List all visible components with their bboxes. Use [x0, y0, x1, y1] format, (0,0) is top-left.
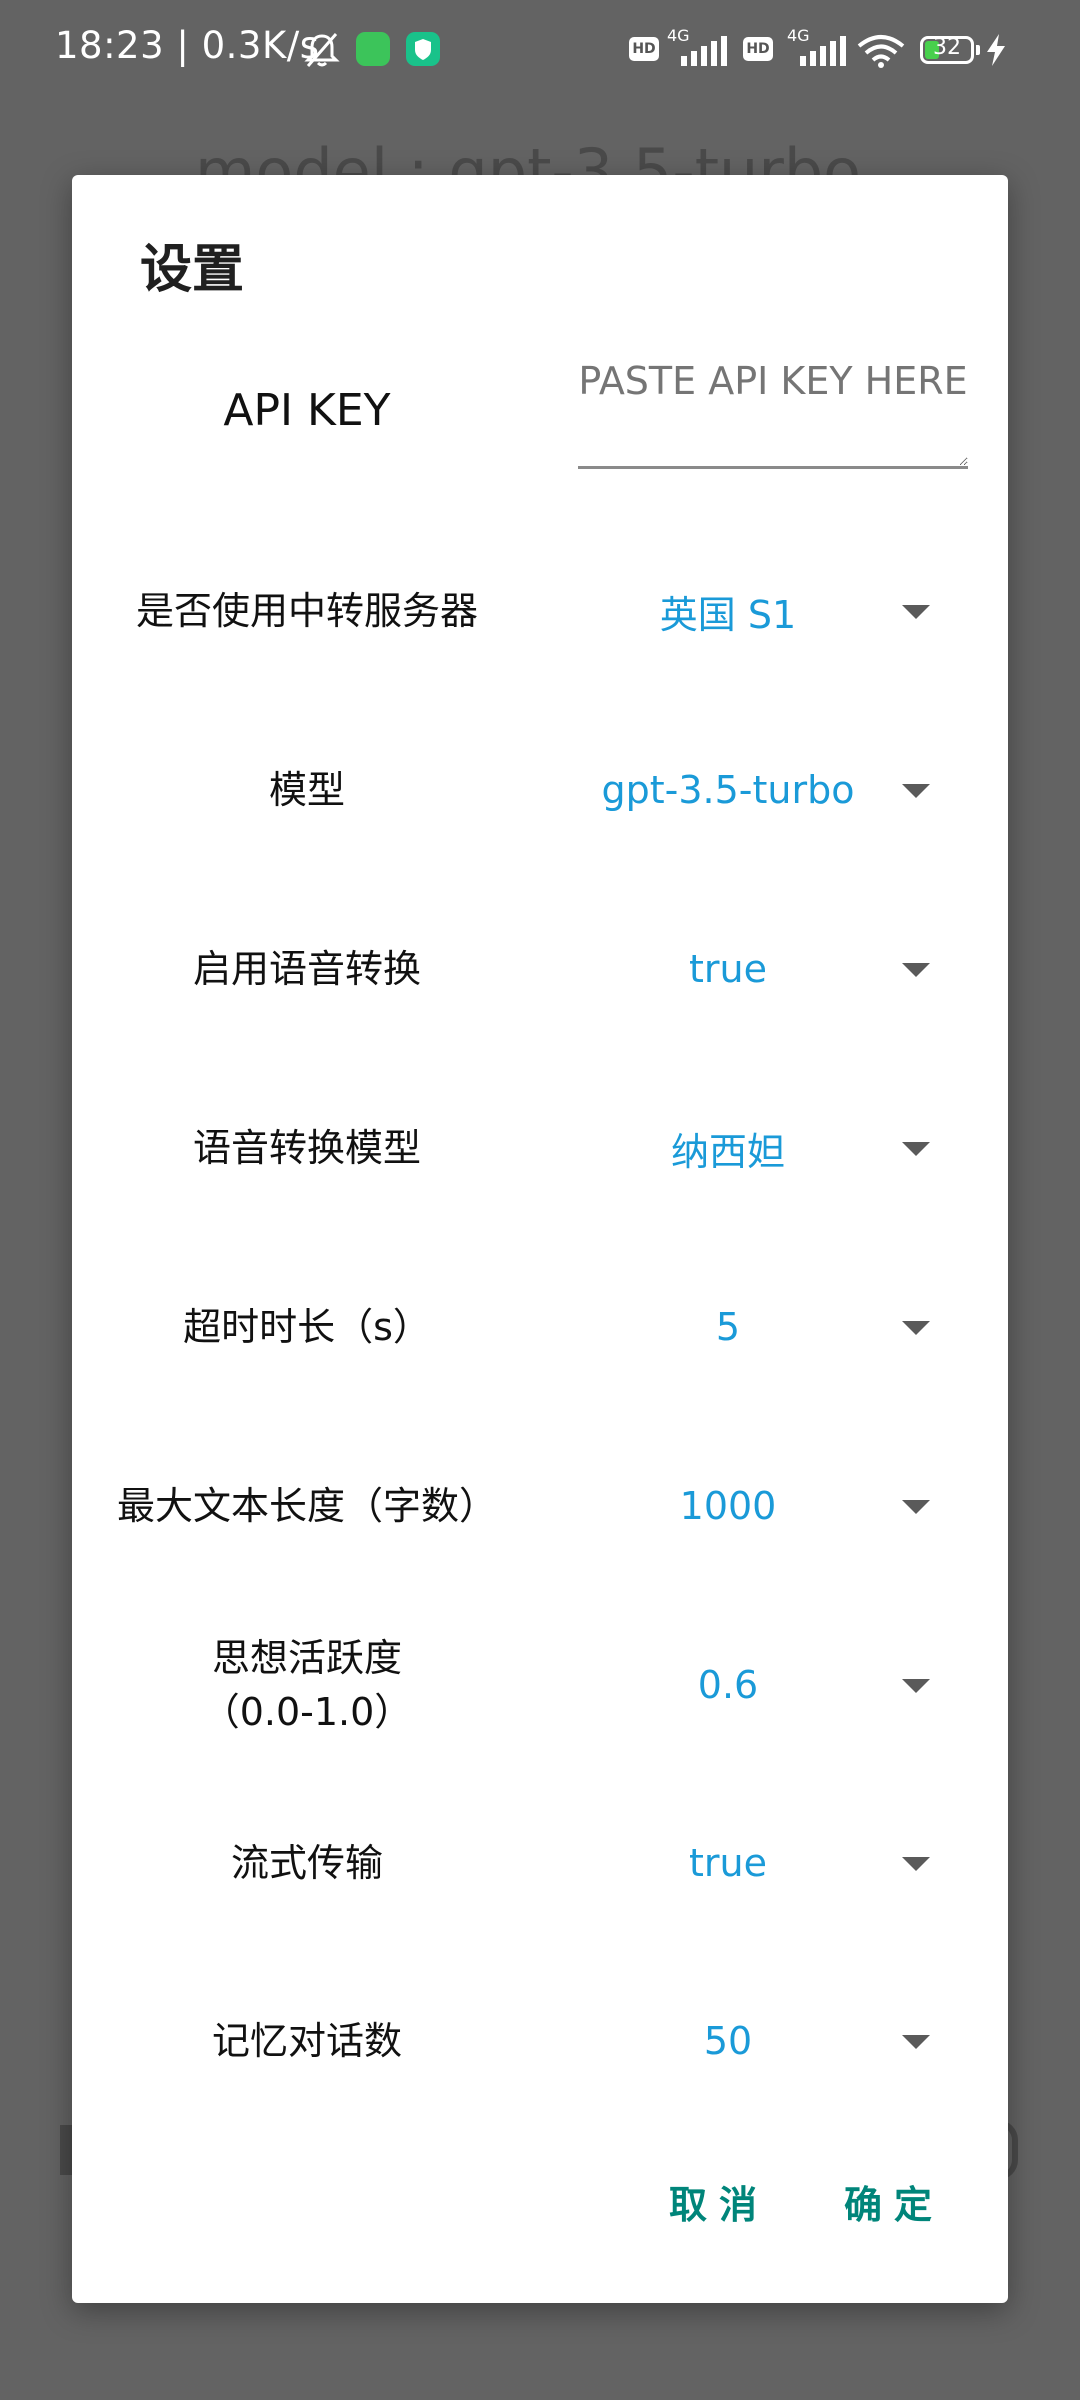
setting-row-voice-model: 语音转换模型 纳西妲	[72, 1088, 1008, 1208]
dropdown-arrow-icon	[902, 784, 930, 798]
battery-percent: 32	[933, 35, 961, 60]
signal-icon	[681, 36, 727, 66]
status-time: 18:23 | 0.3K/s	[55, 24, 319, 67]
setting-label: 流式传输	[230, 1841, 383, 1885]
settings-dialog: 设置 API KEY 是否使用中转服务器 英国 S1 模型 gpt-3.5-turbo…	[72, 175, 1008, 2303]
dropdown-arrow-icon	[902, 1321, 930, 1335]
hd-badge: HD	[629, 37, 659, 61]
dropdown-arrow-icon	[902, 1142, 930, 1156]
setting-row-memory-count: 记忆对话数 50	[72, 1981, 1008, 2101]
shield-app-icon	[406, 32, 440, 66]
battery-icon: 32	[920, 35, 974, 64]
dropdown-arrow-icon	[902, 1857, 930, 1871]
setting-row-timeout: 超时时长（s） 5	[72, 1267, 1008, 1387]
dropdown-arrow-icon	[902, 2035, 930, 2049]
voice-model-dropdown[interactable]: 纳西妲	[572, 1088, 992, 1208]
dialog-title: 设置	[140, 240, 245, 300]
setting-row-max-text-length: 最大文本长度（字数） 1000	[72, 1446, 1008, 1566]
api-key-label: API KEY	[223, 385, 391, 436]
setting-label: 超时时长（s）	[183, 1305, 431, 1349]
cancel-button[interactable]: 取消	[669, 2174, 769, 2229]
charging-bolt-icon	[987, 34, 1005, 66]
dropdown-value: 5	[715, 1305, 741, 1349]
dropdown-arrow-icon	[902, 1679, 930, 1693]
status-bar: 18:23 | 0.3K/s HD 4G HD 4G 32	[0, 0, 1080, 100]
memory-count-dropdown[interactable]: 50	[572, 1981, 992, 2101]
dropdown-value: true	[689, 1841, 767, 1885]
setting-label: 启用语音转换	[192, 947, 421, 991]
dropdown-value: 50	[703, 2019, 753, 2063]
voice-conversion-dropdown[interactable]: true	[572, 909, 992, 1029]
dropdown-value: 英国 S1	[659, 592, 797, 637]
dropdown-value: gpt-3.5-turbo	[601, 768, 855, 812]
signal-icon	[800, 36, 846, 66]
setting-row-voice-conversion: 启用语音转换 true	[72, 909, 1008, 1029]
model-dropdown[interactable]: gpt-3.5-turbo	[572, 730, 992, 850]
api-key-input[interactable]	[578, 353, 968, 469]
battery-tip	[976, 45, 980, 55]
timeout-dropdown[interactable]: 5	[572, 1267, 992, 1387]
network-speed: | 0.3K/s	[176, 24, 320, 67]
setting-label: 记忆对话数	[211, 2019, 402, 2063]
hd-badge: HD	[743, 37, 773, 61]
bell-off-icon	[304, 33, 340, 67]
relay-server-dropdown[interactable]: 英国 S1	[572, 551, 992, 671]
temperature-dropdown[interactable]: 0.6	[572, 1625, 992, 1745]
app-icon-green	[356, 32, 390, 66]
setting-row-temperature: 思想活跃度 （0.0-1.0） 0.6	[72, 1625, 1008, 1745]
dropdown-arrow-icon	[902, 963, 930, 977]
confirm-button[interactable]: 确定	[844, 2174, 944, 2229]
setting-row-streaming: 流式传输 true	[72, 1803, 1008, 1923]
setting-label: 是否使用中转服务器	[135, 589, 478, 633]
streaming-dropdown[interactable]: true	[572, 1803, 992, 1923]
setting-label: 思想活跃度 （0.0-1.0）	[201, 1636, 413, 1734]
dropdown-arrow-icon	[902, 605, 930, 619]
setting-row-model: 模型 gpt-3.5-turbo	[72, 730, 1008, 850]
dropdown-value: 1000	[679, 1484, 777, 1528]
wifi-icon	[857, 35, 905, 68]
dropdown-value: 0.6	[697, 1663, 759, 1707]
clock-text: 18:23	[55, 24, 165, 67]
max-text-length-dropdown[interactable]: 1000	[572, 1446, 992, 1566]
setting-row-relay-server: 是否使用中转服务器 英国 S1	[72, 551, 1008, 671]
setting-label: 语音转换模型	[192, 1126, 421, 1170]
dropdown-arrow-icon	[902, 1500, 930, 1514]
dropdown-value: true	[689, 947, 767, 991]
setting-label: 最大文本长度（字数）	[116, 1484, 497, 1528]
status-right-icons: HD 4G HD 4G 32	[625, 26, 1055, 76]
setting-label: 模型	[268, 768, 345, 812]
dropdown-value: 纳西妲	[670, 1129, 785, 1174]
